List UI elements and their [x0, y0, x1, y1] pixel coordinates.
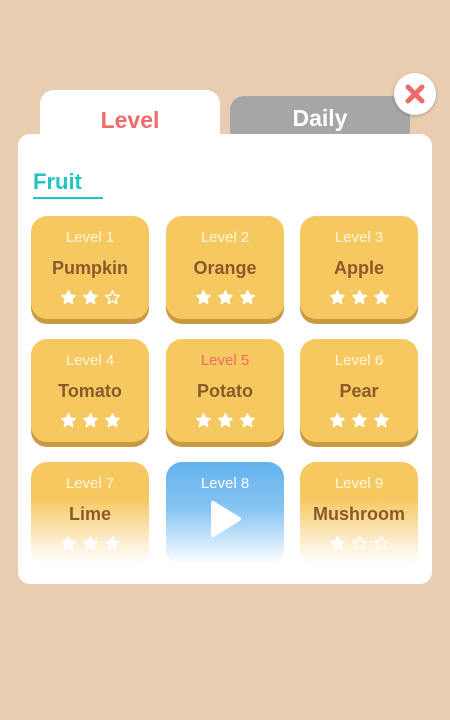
star-filled-icon	[195, 412, 212, 434]
tab-level[interactable]: Level	[40, 90, 220, 150]
tab-level-label: Level	[100, 106, 160, 133]
star-rating	[329, 289, 390, 311]
star-filled-icon	[351, 412, 368, 434]
star-filled-icon	[239, 412, 256, 434]
star-filled-icon	[60, 412, 77, 434]
level-name: Pumpkin	[51, 258, 128, 278]
level-number: Level 9	[334, 475, 384, 492]
star-filled-icon	[60, 289, 77, 311]
star-rating	[60, 535, 121, 557]
level-number: Level 5	[200, 352, 250, 369]
level-name: Orange	[193, 258, 257, 278]
level-number: Level 7	[65, 475, 115, 492]
star-rating	[60, 289, 121, 311]
star-empty-icon	[351, 535, 368, 557]
section-title: Fruit	[33, 169, 82, 194]
star-filled-icon	[329, 535, 346, 557]
star-filled-icon	[104, 412, 121, 434]
level-name: Lime	[68, 504, 111, 524]
star-rating	[329, 535, 390, 557]
section-underline	[33, 197, 103, 199]
star-filled-icon	[217, 412, 234, 434]
level-number: Level 6	[334, 352, 384, 369]
level-number: Level 1	[65, 229, 115, 246]
level-number: Level 2	[200, 229, 250, 246]
star-filled-icon	[82, 289, 99, 311]
star-filled-icon	[351, 289, 368, 311]
star-filled-icon	[373, 412, 390, 434]
star-rating	[195, 412, 256, 434]
star-empty-icon	[104, 289, 121, 311]
level-card-8[interactable]: Level 8	[166, 462, 284, 565]
star-filled-icon	[195, 289, 212, 311]
star-filled-icon	[239, 289, 256, 311]
level-card-3[interactable]: Level 3 Apple	[300, 216, 418, 319]
star-rating	[329, 412, 390, 434]
star-empty-icon	[373, 535, 390, 557]
close-button[interactable]	[394, 73, 436, 115]
play-icon	[208, 500, 242, 543]
level-panel: Fruit Level 1 Pumpkin Level 2 Orange Level 3…	[18, 134, 432, 584]
level-select-screen: { "tabs": { "level": "Level", "daily": "…	[0, 0, 450, 720]
level-card-5[interactable]: Level 5 Potato	[166, 339, 284, 442]
level-card-7[interactable]: Level 7 Lime	[31, 462, 149, 565]
star-filled-icon	[329, 289, 346, 311]
level-number: Level 3	[334, 229, 384, 246]
level-number: Level 8	[200, 475, 250, 492]
level-name: Potato	[197, 381, 253, 401]
star-rating	[60, 412, 121, 434]
star-rating	[195, 289, 256, 311]
level-card-9[interactable]: Level 9 Mushroom	[300, 462, 418, 565]
star-filled-icon	[104, 535, 121, 557]
level-name: Apple	[333, 258, 384, 278]
star-filled-icon	[60, 535, 77, 557]
level-name: Mushroom	[313, 504, 405, 524]
star-filled-icon	[373, 289, 390, 311]
level-card-1[interactable]: Level 1 Pumpkin	[31, 216, 149, 319]
star-filled-icon	[82, 412, 99, 434]
close-icon	[405, 84, 425, 104]
level-name: Pear	[339, 381, 379, 401]
star-filled-icon	[82, 535, 99, 557]
tab-daily-label: Daily	[292, 104, 348, 131]
star-filled-icon	[329, 412, 346, 434]
level-card-4[interactable]: Level 4 Tomato	[31, 339, 149, 442]
level-card-6[interactable]: Level 6 Pear	[300, 339, 418, 442]
level-number: Level 4	[65, 352, 115, 369]
star-filled-icon	[217, 289, 234, 311]
level-card-2[interactable]: Level 2 Orange	[166, 216, 284, 319]
level-name: Tomato	[58, 381, 122, 401]
